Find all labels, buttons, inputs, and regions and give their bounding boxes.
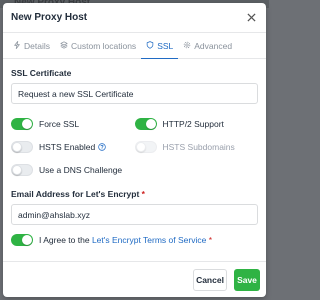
- dns-challenge-toggle[interactable]: [11, 164, 33, 176]
- agree-prefix: I Agree to the: [39, 235, 90, 245]
- agree-terms-text: I Agree to the Let's Encrypt Terms of Se…: [39, 235, 212, 245]
- help-circle-icon[interactable]: [98, 143, 106, 151]
- ssl-options: Force SSL HTTP/2 Support HSTS Enabled HS…: [11, 114, 258, 180]
- hsts-subdomains-toggle[interactable]: [134, 141, 157, 153]
- agree-terms-option: I Agree to the Let's Encrypt Terms of Se…: [11, 234, 258, 246]
- agree-terms-toggle[interactable]: [11, 234, 33, 246]
- hsts-toggle[interactable]: [11, 141, 33, 153]
- dns-challenge-option: Use a DNS Challenge: [11, 164, 143, 176]
- ssl-certificate-label: SSL Certificate: [11, 68, 72, 78]
- force-ssl-option: Force SSL: [11, 118, 135, 130]
- layers-icon: [60, 40, 68, 51]
- hsts-label: HSTS Enabled: [39, 142, 96, 152]
- zap-icon: [13, 40, 21, 51]
- modal-title: New Proxy Host: [11, 12, 88, 23]
- http2-toggle[interactable]: [134, 118, 157, 130]
- cancel-button[interactable]: Cancel: [193, 268, 227, 291]
- close-icon[interactable]: [244, 11, 258, 25]
- tab-bar: Details Custom locations SSL Advanced: [3, 33, 266, 59]
- tab-ssl-label: SSL: [157, 40, 174, 51]
- email-field[interactable]: admin@ahslab.xyz: [11, 204, 258, 225]
- ssl-form: SSL Certificate Request a new SSL Certif…: [3, 59, 266, 246]
- http2-label: HTTP/2 Support: [162, 119, 224, 129]
- gear-icon: [183, 41, 191, 51]
- email-label: Email Address for Let's Encrypt *: [11, 189, 258, 199]
- modal-header: New Proxy Host: [3, 3, 266, 33]
- required-mark: *: [208, 235, 213, 245]
- tab-advanced[interactable]: Advanced: [178, 33, 237, 59]
- toggle-row: Use a DNS Challenge: [11, 160, 258, 180]
- shield-icon: [146, 40, 154, 51]
- ssl-certificate-select[interactable]: Request a new SSL Certificate: [11, 83, 258, 104]
- hsts-subdomains-option: HSTS Subdomains: [134, 141, 259, 153]
- tab-custom-locations-label: Custom locations: [70, 40, 137, 51]
- tab-custom-locations[interactable]: Custom locations: [55, 33, 141, 59]
- hsts-option: HSTS Enabled: [11, 141, 135, 153]
- hsts-subdomains-label: HSTS Subdomains: [162, 142, 235, 152]
- new-proxy-host-modal: New Proxy Host Details Custom locations …: [3, 3, 266, 297]
- tab-details-label: Details: [24, 40, 50, 51]
- tab-details[interactable]: Details: [8, 33, 55, 59]
- force-ssl-toggle[interactable]: [11, 118, 33, 130]
- tab-advanced-label: Advanced: [194, 40, 233, 51]
- terms-of-service-link[interactable]: Let's Encrypt Terms of Service: [92, 235, 206, 245]
- toggle-row: Force SSL HTTP/2 Support: [11, 114, 258, 134]
- modal-footer: Cancel Save: [3, 261, 266, 297]
- force-ssl-label: Force SSL: [39, 119, 80, 129]
- http2-option: HTTP/2 Support: [134, 118, 259, 130]
- required-mark: *: [141, 189, 145, 199]
- dns-challenge-label: Use a DNS Challenge: [39, 165, 123, 175]
- save-button[interactable]: Save: [234, 268, 260, 291]
- email-label-text: Email Address for Let's Encrypt: [11, 189, 140, 199]
- tab-ssl[interactable]: SSL: [141, 33, 179, 59]
- toggle-row: HSTS Enabled HSTS Subdomains: [11, 137, 258, 157]
